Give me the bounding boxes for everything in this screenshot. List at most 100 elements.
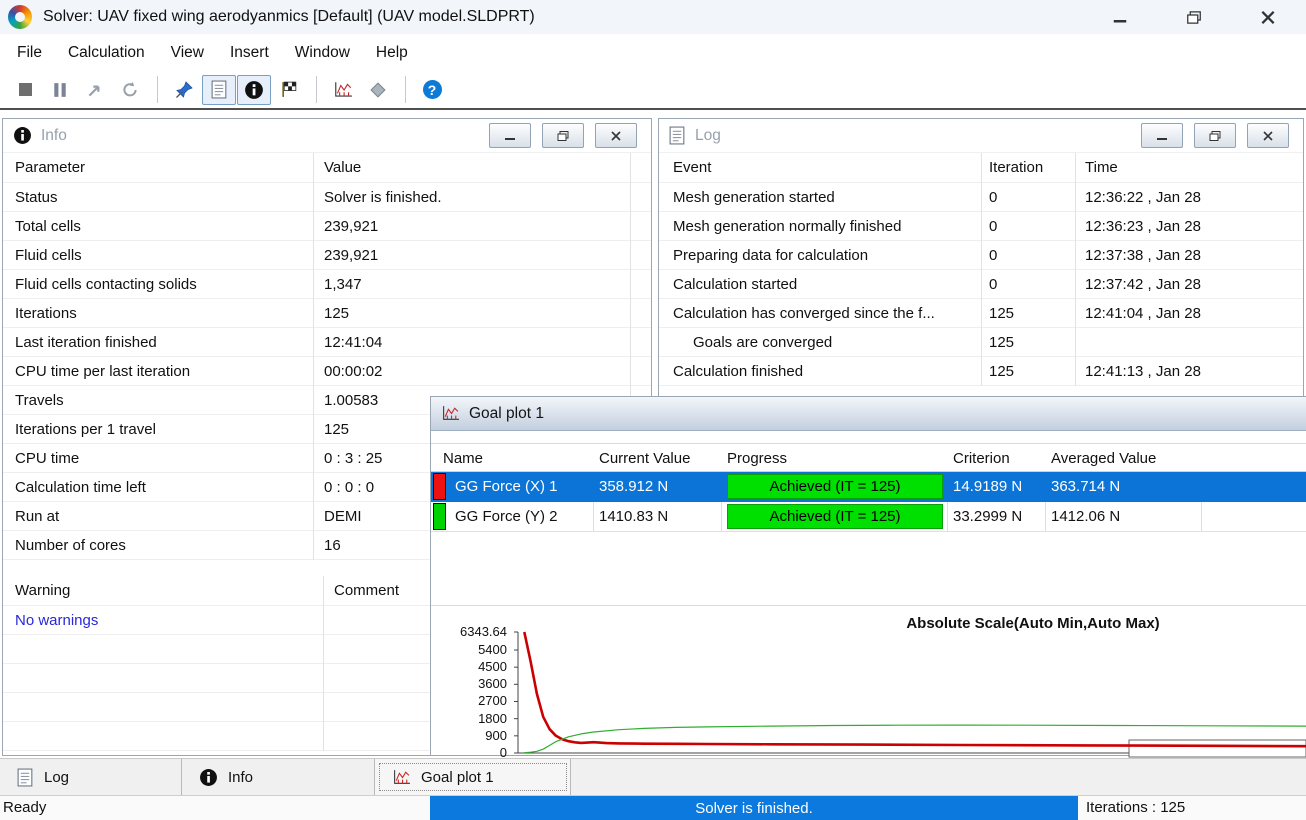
log-list-icon	[211, 80, 228, 99]
info-param: Fluid cells	[15, 246, 82, 264]
close-button[interactable]	[1252, 3, 1284, 31]
info-value: 125	[324, 420, 350, 438]
column-divider	[1075, 153, 1076, 386]
info-value: 12:41:04	[324, 333, 383, 351]
tab-info[interactable]: Info	[182, 759, 375, 795]
tab-label: Log	[44, 768, 70, 786]
menu-calculation[interactable]: Calculation	[55, 44, 158, 62]
info-row: Last iteration finished 12:41:04	[3, 328, 651, 357]
log-event: Calculation has converged since the f...	[673, 304, 935, 322]
goal-row[interactable]: GG Force (Y) 2 1410.83 N Achieved (IT = …	[431, 502, 1306, 532]
maximize-icon	[556, 130, 570, 142]
tab-goal-plot-1[interactable]: Goal plot 1	[375, 759, 571, 795]
tab-log[interactable]: Log	[0, 759, 182, 795]
pin-icon	[174, 80, 194, 100]
window-controls	[1104, 3, 1306, 31]
insert-preview-button[interactable]	[361, 75, 395, 105]
info-window-titlebar[interactable]: Info	[3, 119, 651, 153]
info-value: 239,921	[324, 217, 379, 235]
refresh-button[interactable]	[113, 75, 147, 105]
info-row: Total cells 239,921	[3, 212, 651, 241]
insert-info-button[interactable]	[237, 74, 271, 105]
goal-plot-icon	[441, 405, 460, 422]
insert-goal-plot-button[interactable]	[326, 75, 360, 105]
maximize-button[interactable]	[1194, 123, 1236, 148]
tab-label: Info	[228, 768, 254, 786]
log-event: Mesh generation normally finished	[673, 217, 902, 235]
info-value: 125	[324, 304, 350, 322]
info-icon	[13, 126, 32, 145]
y-tick-label: 900	[485, 727, 507, 743]
close-button[interactable]	[595, 123, 637, 148]
minimize-button[interactable]	[1104, 3, 1136, 31]
menu-file[interactable]: File	[4, 44, 55, 62]
goal-color-swatch	[433, 503, 446, 530]
log-time: 12:36:23 , Jan 28	[1085, 217, 1201, 235]
info-value: 0 : 0 : 0	[324, 478, 375, 496]
log-list-icon	[669, 126, 686, 145]
menu-view[interactable]: View	[158, 44, 217, 62]
menu-help[interactable]: Help	[363, 44, 421, 62]
goal-plot-window-titlebar[interactable]: Goal plot 1	[431, 397, 1306, 431]
window-titlebar[interactable]: Solver: UAV fixed wing aerodyanmics [Def…	[0, 0, 1306, 34]
maximize-button[interactable]	[542, 123, 584, 148]
pause-icon	[52, 82, 68, 98]
resume-button[interactable]	[78, 75, 112, 105]
pin-button[interactable]	[167, 75, 201, 105]
info-value: Solver is finished.	[324, 188, 442, 206]
info-row: Iterations 125	[3, 299, 651, 328]
info-param: CPU time	[15, 449, 80, 467]
column-divider	[323, 576, 324, 751]
log-event: Mesh generation started	[673, 188, 835, 206]
info-icon	[199, 768, 218, 787]
pause-button[interactable]	[43, 75, 77, 105]
preview-diamond-icon	[370, 82, 386, 98]
finish-flag-icon	[280, 80, 299, 99]
column-divider	[313, 153, 314, 560]
goal-plot-window: Goal plot 1 Name Current Value Progress …	[430, 396, 1306, 760]
menu-bar: File Calculation View Insert Window Help	[0, 34, 1306, 71]
help-button[interactable]	[415, 75, 449, 105]
log-iteration: 0	[989, 246, 998, 264]
goal-current-value: 1410.83 N	[599, 508, 669, 525]
goal-plot-icon	[392, 769, 411, 786]
log-table: Event Iteration Time Mesh generation sta…	[659, 153, 1303, 386]
minimize-button[interactable]	[489, 123, 531, 148]
info-value: 1,347	[324, 275, 362, 293]
goal-progress-cell: Achieved (IT = 125)	[727, 474, 943, 499]
insert-log-button[interactable]	[202, 74, 236, 105]
minimize-button[interactable]	[1141, 123, 1183, 148]
column-header-progress: Progress	[727, 450, 788, 467]
log-iteration: 125	[989, 362, 1015, 380]
log-window-titlebar[interactable]: Log	[659, 119, 1303, 153]
resume-icon	[86, 81, 104, 99]
goal-current-value: 358.912 N	[599, 478, 669, 495]
y-tick-label: 1800	[478, 710, 507, 726]
minimize-icon	[503, 130, 517, 142]
status-message: Solver is finished.	[430, 796, 1078, 820]
column-divider	[981, 153, 982, 386]
stop-button[interactable]	[8, 75, 42, 105]
column-header-name: Name	[443, 450, 484, 467]
menu-insert[interactable]: Insert	[217, 44, 282, 62]
toolbar-separator	[405, 76, 406, 103]
info-value: 239,921	[324, 246, 379, 264]
close-button[interactable]	[1247, 123, 1289, 148]
log-window: Log Event Iteration Time Mesh generation…	[658, 118, 1304, 397]
info-value: 1.00583	[324, 391, 379, 409]
info-param: Status	[15, 188, 58, 206]
finish-button[interactable]	[272, 75, 306, 105]
toolbar-separator	[316, 76, 317, 103]
close-icon	[1261, 130, 1275, 142]
info-row: Status Solver is finished.	[3, 183, 651, 212]
column-header-iteration: Iteration	[989, 159, 1044, 176]
maximize-icon	[1185, 10, 1203, 25]
y-axis-labels: 0 900 1800 2700 3600 4500 5400 6343.64	[431, 606, 507, 760]
goal-table: Name Current Value Progress Criterion Av…	[431, 443, 1306, 532]
goal-row-selected[interactable]: GG Force (X) 1 358.912 N Achieved (IT = …	[431, 472, 1306, 502]
column-header-event: Event	[673, 159, 712, 176]
info-param: Travels	[15, 391, 64, 409]
goal-plot-window-title: Goal plot 1	[469, 404, 544, 422]
maximize-button[interactable]	[1178, 3, 1210, 31]
menu-window[interactable]: Window	[282, 44, 363, 62]
